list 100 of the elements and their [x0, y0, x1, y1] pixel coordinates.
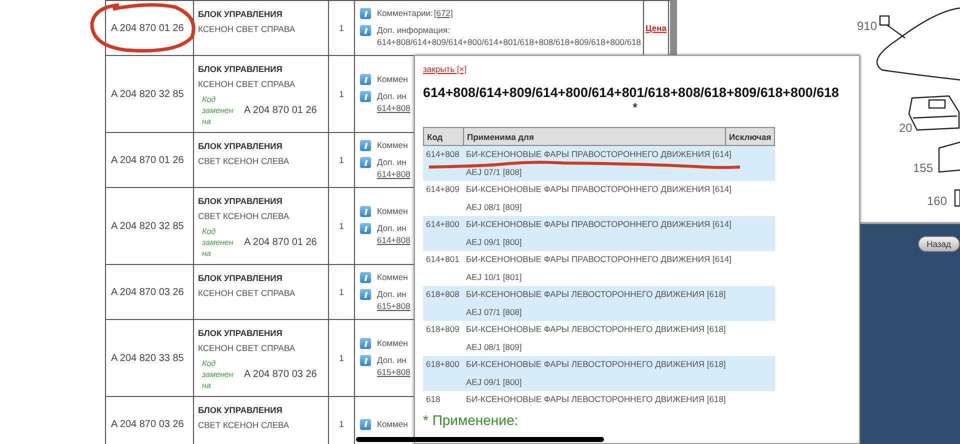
info-icon[interactable] — [360, 206, 371, 217]
info-icon[interactable] — [360, 289, 371, 300]
comments-label: Комментарии: — [377, 8, 433, 19]
info-icon[interactable] — [360, 157, 371, 168]
option-code: 618+800 — [425, 358, 460, 371]
replacement-part-number[interactable]: A 204 870 03 26 — [244, 369, 317, 380]
info-icon[interactable] — [360, 8, 371, 19]
additional-info-label: Доп. ин — [377, 91, 408, 102]
applies-to-text: БИ-КСЕНОНОВЫЕ ФАРЫ ПРАВОСТОРОННЕГО ДВИЖЕНИЯ [614] — [466, 148, 732, 161]
additional-info-value[interactable]: 614+808 — [377, 103, 410, 114]
info-icon[interactable] — [360, 272, 371, 283]
option-code: 614+808 — [425, 148, 460, 161]
info-icon[interactable] — [360, 223, 371, 234]
info-icon[interactable] — [360, 338, 371, 349]
option-code: 618 — [425, 393, 442, 406]
part-number: A 204 870 03 26 — [111, 418, 184, 430]
additional-info-value[interactable]: 614+808 — [377, 169, 410, 180]
part-number: A 204 870 01 26 — [111, 22, 184, 34]
part-description: СВЕТ КСЕНОН СЛЕВА — [198, 211, 290, 221]
option-code: 618+808 — [425, 288, 460, 301]
part-number: A 204 870 01 26 — [111, 154, 184, 166]
callout-number[interactable]: 20 — [899, 121, 912, 135]
popup-title: 614+808/614+809/614+800/614+801/618+808/618+809/618+800/618 — [423, 85, 840, 100]
info-icon[interactable] — [360, 418, 371, 430]
additional-info-value[interactable]: 614+808/614+809/614+800/614+801/618+808/618+809/618+800/618 — [377, 37, 642, 48]
column-header: Код — [424, 128, 464, 145]
applies-to-text: БИ-КСЕНОНОВЫЕ ФАРЫ ЛЕВОСТОРОННЕГО ДВИЖЕНИЯ [618] — [466, 288, 726, 301]
column-header: Исключая — [728, 130, 772, 144]
applies-to-text: AEJ 09/1 [800] — [466, 236, 523, 249]
applies-to-text: БИ-КСЕНОНОВЫЕ ФАРЫ ЛЕВОСТОРОННЕГО ДВИЖЕНИЯ [618] — [466, 358, 726, 371]
comments-label: Коммен — [377, 418, 408, 430]
additional-info-label: Доп. информация: — [377, 25, 451, 36]
close-link[interactable]: закрыть [×] — [423, 64, 467, 74]
callout-number[interactable]: 155 — [913, 161, 934, 175]
part-number: A 204 820 32 85 — [111, 88, 184, 100]
info-icon[interactable] — [360, 74, 371, 85]
quantity: 1 — [339, 155, 344, 165]
note-heading: * Применение: — [423, 412, 518, 428]
applies-to-text: БИ-КСЕНОНОВЫЕ ФАРЫ ЛЕВОСТОРОННЕГО ДВИЖЕНИЯ [618] — [466, 393, 726, 406]
replaced-label: Код заменен на — [201, 226, 234, 259]
applies-to-text: БИ-КСЕНОНОВЫЕ ФАРЫ ПРАВОСТОРОННЕГО ДВИЖЕНИЯ [614] — [466, 218, 732, 231]
callout-number[interactable]: 910 — [857, 19, 878, 33]
part-description: КСЕНОН СВЕТ СПРАВА — [198, 24, 296, 34]
comments-label: Коммен — [377, 140, 408, 151]
info-icon[interactable] — [360, 355, 371, 366]
additional-info-label: Доп. ин — [377, 157, 408, 168]
info-icon[interactable] — [360, 91, 371, 102]
replaced-label: Код заменен на — [201, 358, 234, 391]
applies-to-text: AEJ 08/1 [809] — [466, 340, 523, 354]
comments-label: Коммен — [377, 338, 408, 349]
comments-label: Коммен — [377, 74, 408, 85]
additional-info-label: Доп. ин — [377, 289, 408, 300]
part-name: БЛОК УПРАВЛЕНИЯ — [198, 273, 284, 283]
option-code: 618+809 — [425, 323, 460, 336]
quantity: 1 — [339, 89, 344, 99]
part-name: БЛОК УПРАВЛЕНИЯ — [198, 64, 284, 74]
part-description: КСЕНОН СВЕТ СПРАВА — [198, 79, 296, 89]
replacement-part-number[interactable]: A 204 870 01 26 — [244, 237, 317, 248]
quantity: 1 — [339, 353, 344, 363]
part-name: БЛОК УПРАВЛЕНИЯ — [198, 405, 284, 415]
column-header: Применима для — [464, 128, 726, 145]
applies-to-text: AEJ 09/1 [800] — [466, 376, 523, 389]
part-number: A 204 870 03 26 — [111, 286, 184, 298]
option-code: 614+801 — [425, 253, 460, 266]
additional-info-value[interactable]: 615+808 — [377, 367, 410, 378]
applies-to-text: БИ-КСЕНОНОВЫЕ ФАРЫ ПРАВОСТОРОННЕГО ДВИЖЕНИЯ [614] — [466, 183, 732, 196]
comments-label: Коммен — [377, 272, 408, 283]
quantity: 1 — [339, 221, 344, 231]
part-name: БЛОК УПРАВЛЕНИЯ — [198, 141, 284, 151]
price-link[interactable]: Цена — [646, 23, 666, 33]
replacement-part-number[interactable]: A 204 870 01 26 — [244, 105, 317, 116]
quantity: 1 — [339, 419, 344, 429]
comments-link[interactable]: [672] — [434, 8, 453, 19]
applies-to-text: AEJ 10/1 [801] — [466, 270, 523, 284]
info-icon[interactable] — [360, 140, 371, 151]
applies-to-text: AEJ 08/1 [809] — [466, 200, 523, 214]
info-icon[interactable] — [360, 25, 371, 36]
applies-to-text: БИ-КСЕНОНОВЫЕ ФАРЫ ЛЕВОСТОРОННЕГО ДВИЖЕНИЯ [618] — [466, 323, 726, 336]
back-button[interactable]: Назад — [918, 236, 960, 252]
comments-label: Коммен — [377, 206, 408, 217]
additional-info-value[interactable]: 615+808 — [377, 301, 410, 312]
part-description: СВЕТ КСЕНОН СЛЕВА — [198, 420, 290, 430]
applies-to-text: БИ-КСЕНОНОВЫЕ ФАРЫ ПРАВОСТОРОННЕГО ДВИЖЕНИЯ [614] — [466, 253, 732, 266]
callout-number[interactable]: 160 — [927, 194, 948, 208]
part-description: КСЕНОН СВЕТ СПРАВА — [198, 343, 296, 353]
part-number: A 204 820 32 85 — [111, 220, 184, 232]
part-description: СВЕТ КСЕНОН СЛЕВА — [198, 156, 290, 166]
part-name: БЛОК УПРАВЛЕНИЯ — [198, 196, 284, 206]
quantity: 1 — [339, 23, 344, 33]
replaced-label: Код заменен на — [201, 94, 234, 127]
part-number: A 204 820 33 85 — [111, 352, 184, 364]
footnote-mark: * — [632, 100, 638, 115]
additional-info-label: Доп. ин — [377, 355, 408, 366]
quantity: 1 — [339, 287, 344, 297]
additional-info-label: Доп. ин — [377, 223, 408, 234]
part-description: КСЕНОН СВЕТ СПРАВА — [198, 288, 296, 298]
option-code: 614+809 — [425, 183, 460, 196]
applies-to-text: AEJ 07/1 [808] — [466, 306, 523, 319]
part-name: БЛОК УПРАВЛЕНИЯ — [198, 328, 284, 338]
additional-info-value[interactable]: 614+808 — [377, 235, 410, 246]
